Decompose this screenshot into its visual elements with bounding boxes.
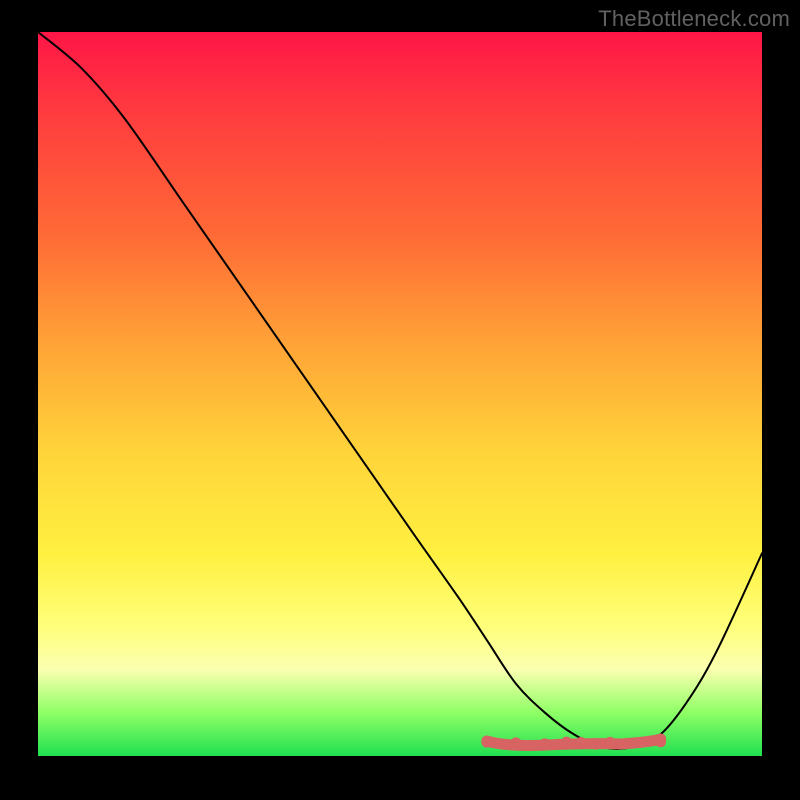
performance-curve [38,32,762,749]
band-dot [481,737,492,748]
band-dot [626,738,637,749]
band-dot [510,737,521,748]
band-dot [604,737,615,748]
band-dot [590,739,601,750]
band-dot [539,738,550,749]
band-dot [576,737,587,748]
band-dot [561,737,572,748]
band-dot [655,736,666,747]
watermark-text: TheBottleneck.com [598,6,790,32]
chart-svg [38,32,762,756]
